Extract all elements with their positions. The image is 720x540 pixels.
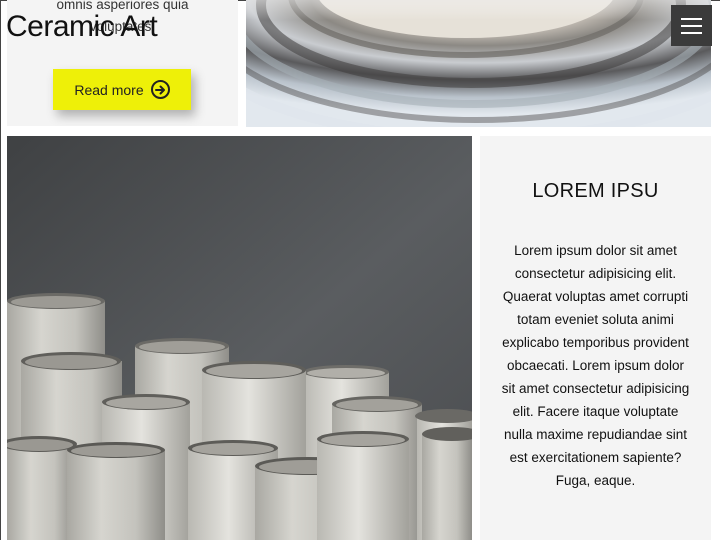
site-title[interactable]: Ceramic Art xyxy=(6,10,158,44)
feature-card-body: Lorem ipsum dolor sit amet consectetur a… xyxy=(501,243,690,488)
feature-card-heading: LOREM IPSU xyxy=(532,180,659,202)
ceramic-bowl-closeup-image xyxy=(246,0,711,127)
ceramic-cups-image xyxy=(7,136,472,540)
hamburger-menu-icon[interactable] xyxy=(671,5,712,46)
feature-text-card: LOREM IPSU Lorem ipsum dolor sit amet co… xyxy=(480,136,711,540)
arrow-right-circle-icon xyxy=(150,80,170,99)
read-more-label: Read more xyxy=(74,81,144,98)
read-more-button[interactable]: Read more xyxy=(53,69,191,110)
